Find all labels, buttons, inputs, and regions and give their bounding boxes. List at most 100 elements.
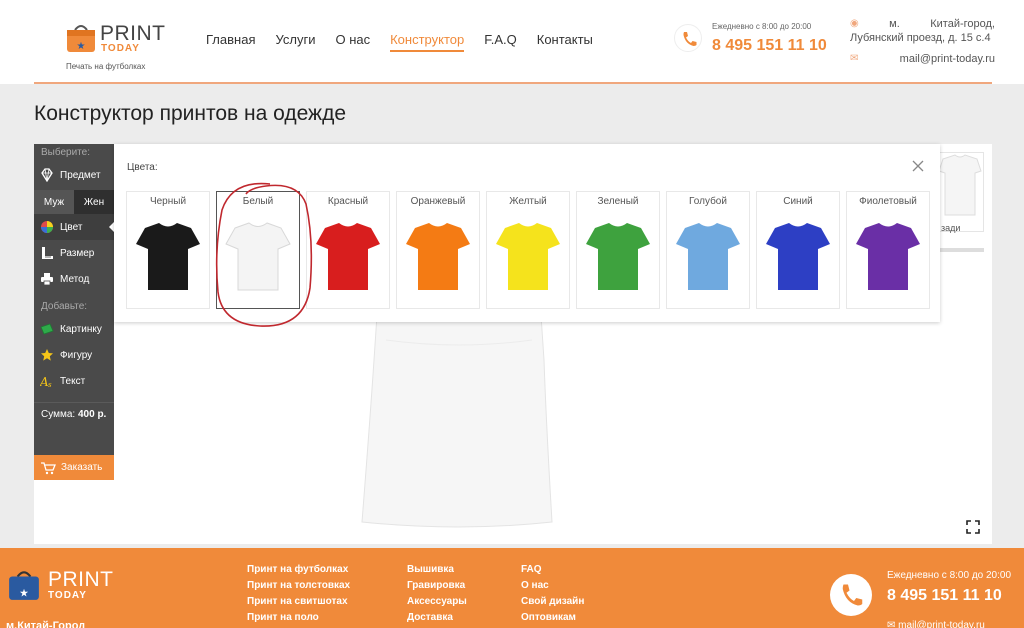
tshirt-swatch-icon [316,223,380,290]
phone-icon [674,24,702,52]
footer-col-info: FAQ О нас Свой дизайн Оптовикам [521,564,584,628]
sidebar-item-figure[interactable]: Фигуру [34,342,114,368]
color-swatch-list: Черный Белый Красный Оранжевый Желтый Зеленый… [126,191,936,309]
tshirt-swatch-icon [586,223,650,290]
thumbnail-scrollbar[interactable] [936,248,984,252]
tshirt-swatch-icon [225,222,291,291]
color-swatch[interactable]: Фиолетовый [846,191,930,309]
tshirt-swatch-icon [676,223,740,290]
footer-link[interactable]: FAQ [521,564,584,580]
sidebar-item-label: Цвет [60,221,83,233]
sidebar-item-text[interactable]: As Текст [34,368,114,394]
sidebar-item-product[interactable]: Предмет [34,162,114,188]
footer-phone-number[interactable]: 8 495 151 11 10 [887,587,1002,605]
header-phone-number[interactable]: 8 495 151 11 10 [712,37,827,55]
footer-link[interactable]: Принт на толстовках [247,580,350,596]
address-street: Лубянский проезд, д. 15 с.4 [850,32,991,44]
color-swatch[interactable]: Синий [756,191,840,309]
site-footer: ★ PRINT TODAY м.Китай-Город Принт на фут… [0,548,1024,628]
svg-text:★: ★ [19,587,29,600]
footer-email[interactable]: ✉ mail@print-today.ru [887,620,985,628]
color-swatch-label: Фиолетовый [859,196,917,207]
footer-link[interactable]: Аксессуары [407,596,467,612]
color-swatch[interactable]: Зеленый [576,191,660,309]
ruler-icon [42,247,53,259]
tshirt-back-icon [938,154,982,216]
colors-label: Цвета: [127,162,158,173]
footer-link[interactable]: Принт на поло [247,612,350,628]
footer-link[interactable]: Оптовикам [521,612,584,628]
svg-text:★: ★ [77,41,86,52]
sum-display: Сумма: 400 р. [34,402,114,426]
gender-male-button[interactable]: Муж [34,190,74,214]
tshirt-preview[interactable] [356,300,562,530]
color-swatch-label: Белый [242,196,274,207]
shopping-bag-logo-icon: ★ [9,571,39,600]
nav-faq[interactable]: F.A.Q [484,32,517,52]
nav-home[interactable]: Главная [206,32,255,52]
printer-icon [41,273,53,286]
color-swatch[interactable]: Красный [306,191,390,309]
color-picker-popup: Цвета: Черный Белый Красный Оранжевый Желтый… [114,144,940,322]
sidebar-item-method[interactable]: Метод [34,266,114,292]
back-view-thumbnail[interactable]: зади [936,152,984,233]
sidebar-item-label: Размер [60,247,95,259]
footer-link[interactable]: Доставка [407,612,467,628]
footer-col-extra: Вышивка Гравировка Аксессуары Доставка [407,564,467,628]
color-swatch[interactable]: Оранжевый [396,191,480,309]
color-swatch[interactable]: Желтый [486,191,570,309]
footer-metro: м.Китай-Город [6,620,86,628]
color-swatch[interactable]: Белый [216,191,300,309]
nav-about[interactable]: О нас [335,32,370,52]
gender-female-button[interactable]: Жен [74,190,114,214]
site-header: ★ PRINT TODAY Печать на футболках Главна… [0,0,1024,84]
sidebar-item-picture[interactable]: Картинку [34,316,114,342]
color-swatch-label: Оранжевый [410,196,466,207]
sidebar-item-color[interactable]: Цвет [34,214,115,240]
text-icon: As [40,375,52,388]
header-phone[interactable]: Ежедневно с 8:00 до 20:00 8 495 151 11 1… [674,20,834,60]
mail-icon: ✉ [850,53,859,64]
main-nav: Главная Услуги О нас Конструктор F.A.Q К… [206,32,613,52]
color-swatch-label: Желтый [509,196,547,207]
nav-services[interactable]: Услуги [275,32,315,52]
footer-logo[interactable]: ★ PRINT TODAY [8,566,118,606]
diamond-icon [41,168,53,182]
footer-link[interactable]: Свой дизайн [521,596,584,612]
sidebar-item-size[interactable]: Размер [34,240,114,266]
order-button[interactable]: Заказать [34,455,114,480]
footer-hours: Ежедневно с 8:00 до 20:00 [887,570,1012,581]
close-icon[interactable] [911,159,925,173]
color-swatch-label: Зеленый [597,196,639,207]
color-swatch-label: Голубой [689,196,727,207]
footer-link[interactable]: Принт на футболках [247,564,350,580]
tshirt-swatch-icon [496,223,560,290]
footer-link[interactable]: Принт на свитшотах [247,596,350,612]
nav-constructor[interactable]: Конструктор [390,32,465,52]
site-logo[interactable]: ★ PRINT TODAY Печать на футболках [64,16,184,76]
sum-label: Сумма: [41,409,76,420]
header-email[interactable]: mail@print-today.ru [900,53,995,65]
color-swatch-label: Синий [783,196,813,207]
color-swatch[interactable]: Голубой [666,191,750,309]
fullscreen-icon[interactable] [966,520,980,534]
color-wheel-icon [41,221,53,233]
sidebar-item-label: Предмет [60,169,101,181]
sidebar-item-label: Картинку [60,323,102,335]
constructor-sidebar: Выберите: Предмет Муж Жен Цвет Размер Ме… [34,144,115,480]
picture-icon [40,323,54,335]
nav-contacts[interactable]: Контакты [537,32,593,52]
svg-text:s: s [48,381,52,388]
footer-link[interactable]: Вышивка [407,564,467,580]
shopping-bag-logo-icon: ★ [67,25,95,52]
tshirt-swatch-icon [766,223,830,290]
page-title: Конструктор принтов на одежде [34,102,347,125]
footer-logo-print: PRINT [48,568,114,591]
sidebar-item-label: Текст [60,375,86,387]
back-view-label: зади [941,223,961,233]
color-swatch[interactable]: Черный [126,191,210,309]
footer-link[interactable]: Гравировка [407,580,467,596]
footer-phone-icon[interactable] [830,574,872,616]
add-heading: Добавьте: [41,301,88,312]
footer-link[interactable]: О нас [521,580,584,596]
